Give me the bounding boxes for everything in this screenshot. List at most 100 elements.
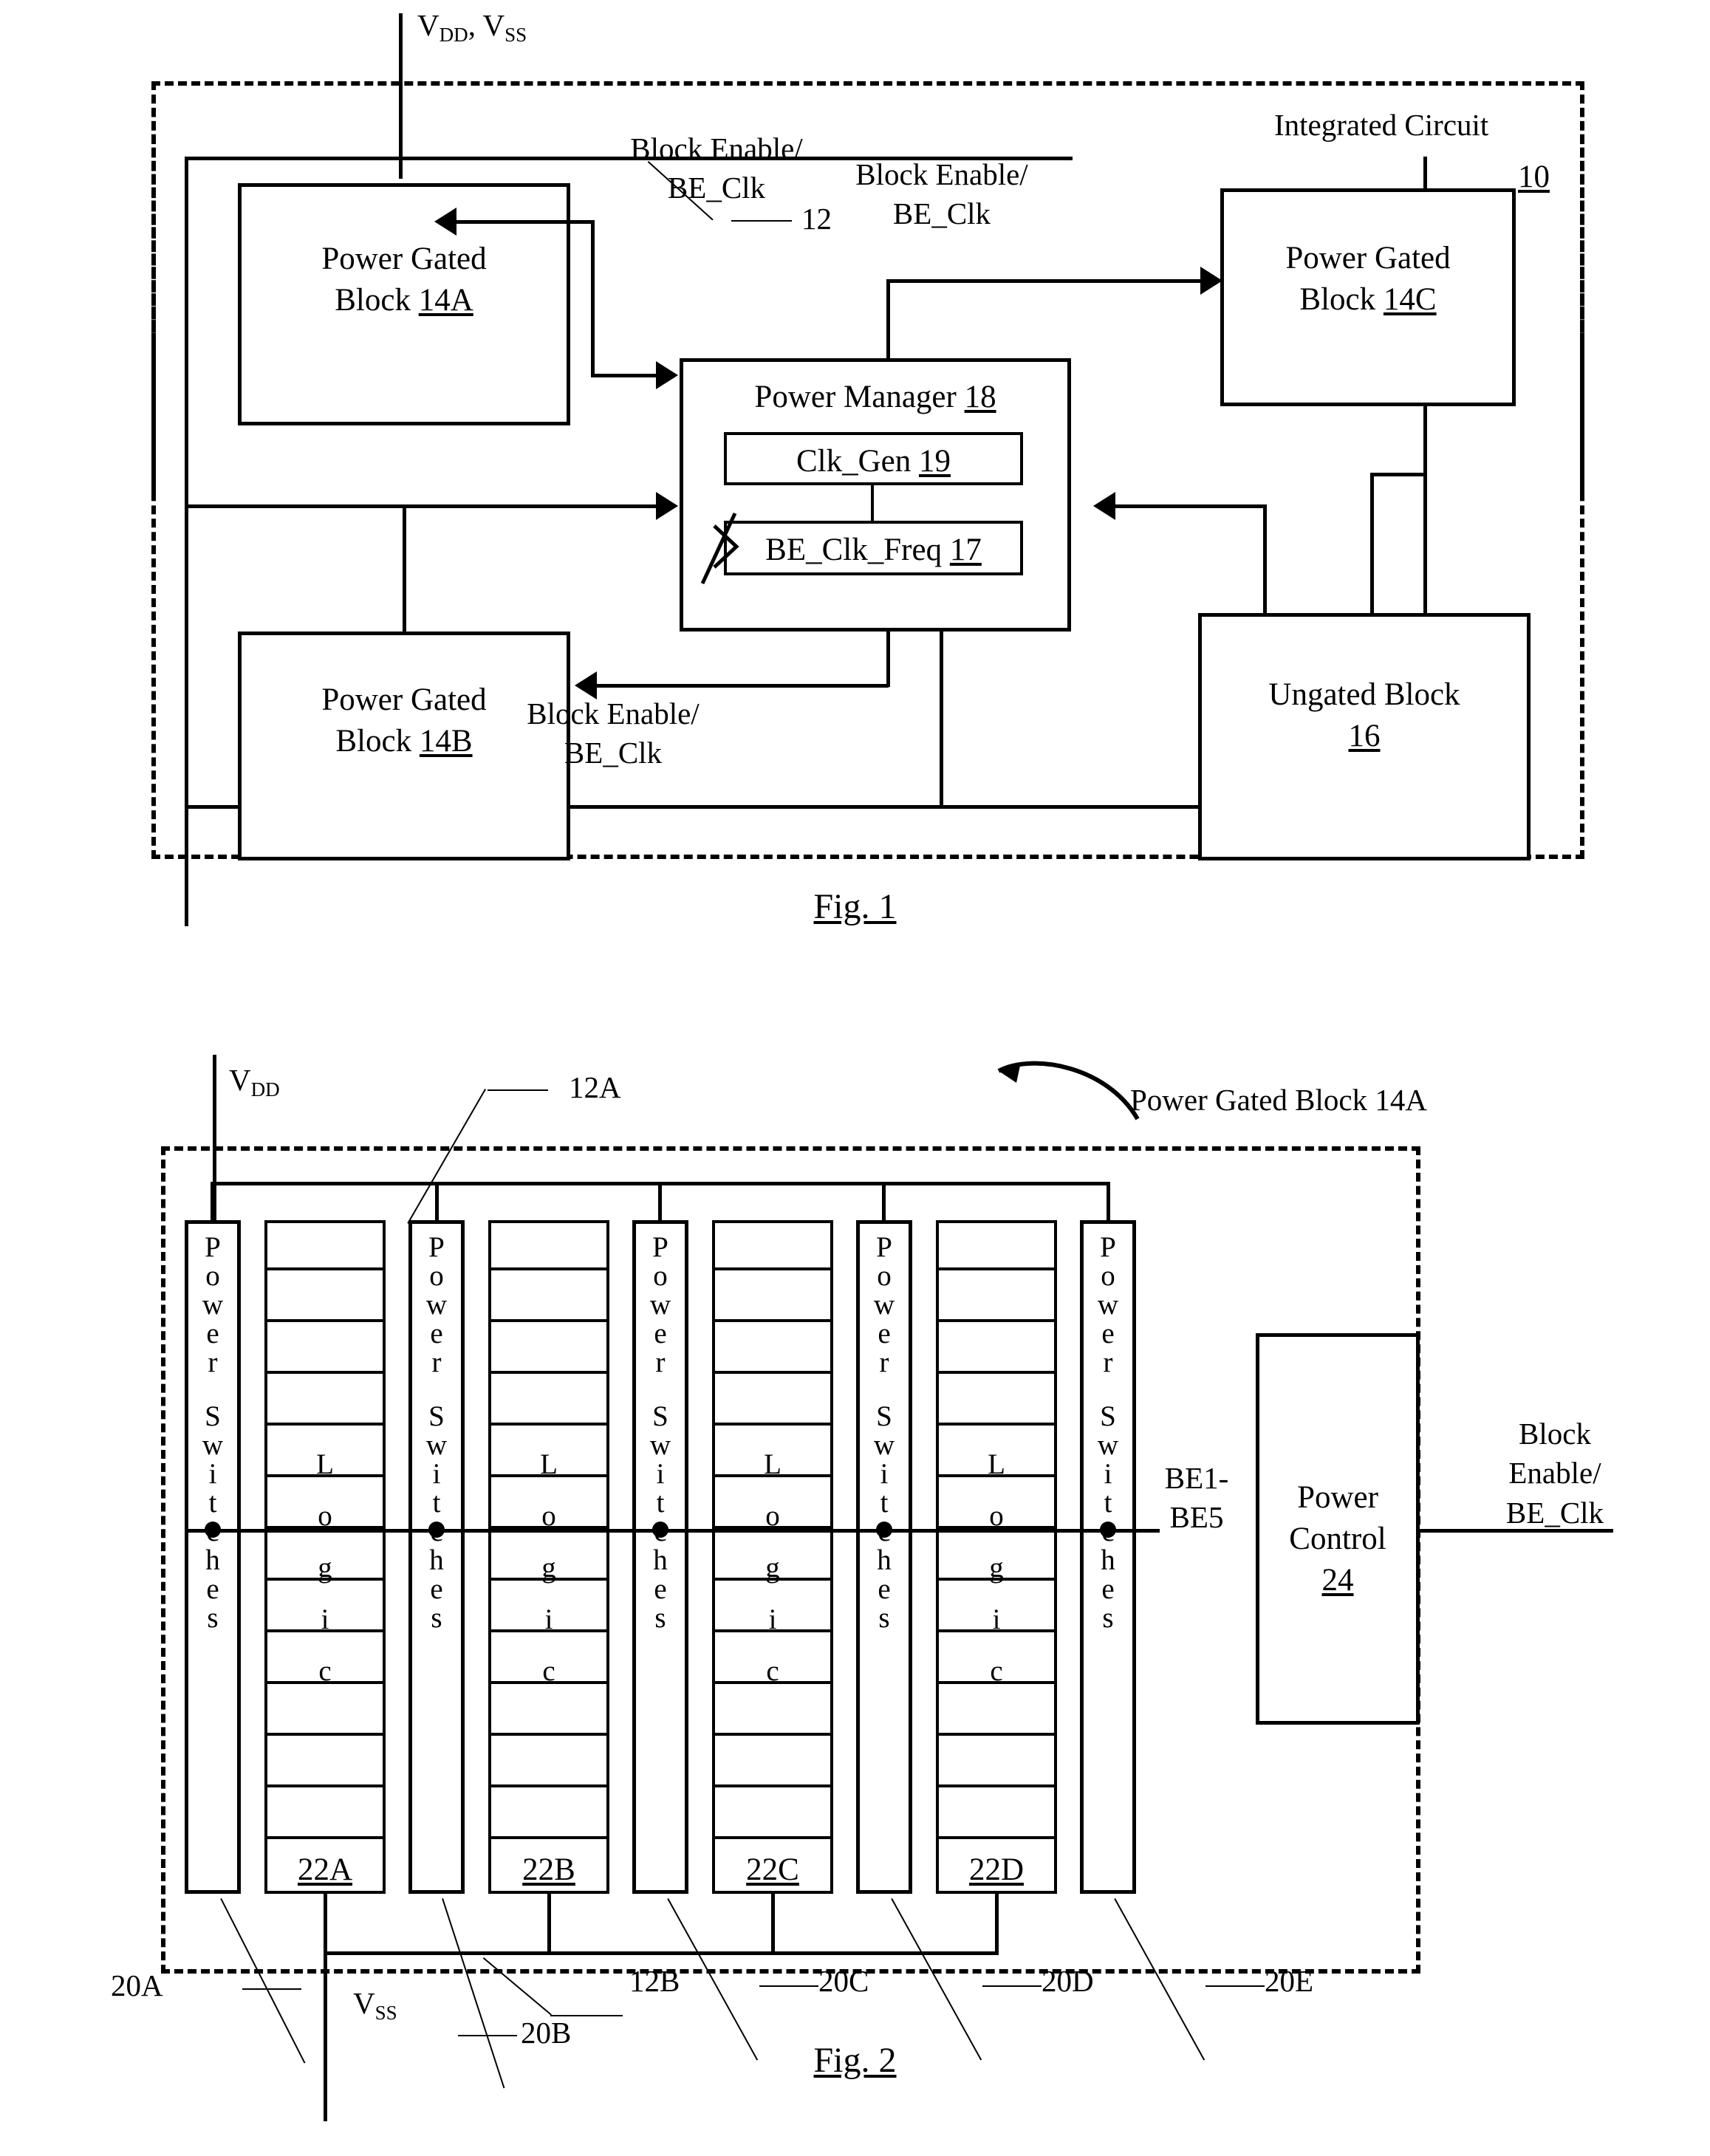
be-junction-dot-3 xyxy=(652,1522,668,1538)
power-control-line1: Power xyxy=(1297,1480,1378,1515)
vss-drop-22b xyxy=(547,1894,551,1954)
logic-column-22a: Lo gi c 22A xyxy=(264,1220,386,1894)
wire-pm-to-14b-h xyxy=(597,684,889,688)
power-control-box: Power Control 24 xyxy=(1256,1333,1420,1725)
arrow-into-pm-right xyxy=(1093,492,1115,520)
vdd-drop-5 xyxy=(1107,1182,1110,1222)
be-output-label: Block Enable/ BE_Clk xyxy=(1505,1417,1604,1530)
ref-20c-leader2 xyxy=(759,1985,818,1987)
wire-14a-to-pm xyxy=(591,374,657,377)
ref-20e: 20E xyxy=(1265,1964,1314,1998)
power-switch-label-20e: Power Switches xyxy=(1097,1231,1119,1634)
ref-20d-leader2 xyxy=(982,1985,1042,1987)
rail-to-14b-h xyxy=(185,504,406,508)
wire-pm-to-14b-v xyxy=(886,632,890,687)
logic-column-22b: Lo gi c 22B xyxy=(488,1220,609,1894)
ic-label: Integrated Circuit xyxy=(1274,108,1489,142)
block-16-ref: 16 xyxy=(1348,718,1381,753)
logic-column-22c: Lo gi c 22C xyxy=(712,1220,833,1894)
callout-arrow-icon xyxy=(997,1061,1140,1120)
vss-line-out xyxy=(324,1951,327,2121)
rail-to-ungated xyxy=(1423,473,1427,617)
clk-gen-box: Clk_Gen 19 xyxy=(724,432,1023,485)
vdd-drop-3 xyxy=(658,1182,662,1222)
power-switch-column-20d: Power Switches xyxy=(856,1220,912,1894)
ref-20d: 20D xyxy=(1042,1964,1094,1998)
ref-12a: 12A xyxy=(569,1070,621,1104)
rail-to-ungated-v2 xyxy=(1370,473,1374,617)
vss-bus-12b xyxy=(324,1951,999,1955)
power-manager-box: Power Manager 18 Clk_Gen 19 BE_Clk_Freq … xyxy=(680,358,1071,632)
power-switch-column-20b: Power Switches xyxy=(408,1220,465,1894)
vdd-drop-2 xyxy=(435,1182,439,1222)
power-control-line2: Control xyxy=(1289,1521,1386,1556)
block-14c-line2: Block 14C xyxy=(1299,281,1437,317)
figure-1-caption: Fig. 1 xyxy=(813,887,897,926)
ref-12b-leader2 xyxy=(550,2015,623,2016)
ref-12a-leader2 xyxy=(488,1089,548,1091)
logic-label-22b: Lo gi c xyxy=(540,1448,558,1687)
be-junction-dot-1 xyxy=(205,1522,221,1538)
block-16-line1: Ungated Block xyxy=(1268,677,1460,712)
be-junction-dot-2 xyxy=(428,1522,445,1538)
ref-20a: 20A xyxy=(111,1968,163,2002)
wire-ungated-to-pm xyxy=(1115,504,1267,508)
clkgen-to-freq-wire xyxy=(871,485,874,524)
logic-ref-22d: 22D xyxy=(968,1852,1025,1887)
wire-pm-to-14a-v2 xyxy=(591,220,595,377)
ref-20e-leader2 xyxy=(1205,1985,1265,1987)
logic-ref-22b: 22B xyxy=(522,1852,575,1887)
ref-20b-leader2 xyxy=(458,2035,517,2036)
logic-label-22d: Lo gi c xyxy=(988,1448,1005,1687)
signal-label-14b: Block Enable/ BE_Clk xyxy=(527,697,700,770)
be-junction-dot-4 xyxy=(876,1522,892,1538)
vss-drop-22d xyxy=(995,1894,999,1954)
power-switch-column-20a: Power Switches xyxy=(185,1220,241,1894)
logic-label-22c: Lo gi c xyxy=(764,1448,782,1687)
figure-2-caption: Fig. 2 xyxy=(813,2041,897,2080)
supply-label-fig1: VDD, VSS xyxy=(417,8,527,47)
pm-to-bottom-rail xyxy=(940,632,943,807)
arrow-into-14c xyxy=(1200,267,1222,295)
ic-ref-10: 10 xyxy=(1518,160,1550,194)
clock-input-slash-icon xyxy=(700,512,739,585)
ref-20c: 20C xyxy=(818,1964,869,1998)
vdd-label-fig2: VDD xyxy=(229,1063,280,1101)
rail-left xyxy=(185,157,188,926)
arrow-into-14a xyxy=(434,208,456,236)
fig2-title-callout: Power Gated Block 14A xyxy=(1130,1083,1427,1117)
power-gated-block-14c: Power Gated Block 14C xyxy=(1220,188,1516,406)
ungated-block-16: Ungated Block 16 xyxy=(1198,613,1531,860)
wire-14b-to-pm-h xyxy=(403,504,657,508)
power-switch-label-20b: Power Switches xyxy=(425,1231,448,1634)
vss-drop-22a xyxy=(324,1894,327,1954)
logic-column-22d: Lo gi c 22D xyxy=(936,1220,1057,1894)
arrow-into-pm-bottom xyxy=(656,492,678,520)
logic-label-22a: Lo gi c xyxy=(316,1448,334,1687)
signal-label-14c: Block Enable/ BE_Clk xyxy=(855,157,1028,231)
wire-pm-to-14a-h xyxy=(456,220,595,224)
power-switch-label-20d: Power Switches xyxy=(873,1231,895,1634)
be-junction-dot-5 xyxy=(1100,1522,1116,1538)
arrow-into-pm-top xyxy=(656,361,678,389)
block-14c-line1: Power Gated xyxy=(1285,241,1451,276)
block-14a-line2: Block 14A xyxy=(335,282,473,318)
block-14a-line1: Power Gated xyxy=(321,242,487,276)
be-bus-label: BE1- BE5 xyxy=(1164,1461,1229,1535)
logic-ref-22c: 22C xyxy=(746,1852,799,1887)
be-clk-freq-box: BE_Clk_Freq 17 xyxy=(724,521,1023,575)
power-switch-label-20c: Power Switches xyxy=(649,1231,671,1634)
power-switch-label-20a: Power Switches xyxy=(202,1231,224,1634)
ref-20a-leader2 xyxy=(242,1988,301,1990)
vdd-drop-4 xyxy=(882,1182,886,1222)
ref-12-leader2 xyxy=(731,220,792,222)
vdd-drop-1 xyxy=(211,1182,214,1222)
wire-ungated-to-pm-v xyxy=(1263,504,1267,617)
power-manager-title: Power Manager 18 xyxy=(754,380,996,414)
rail-to-ungated-h xyxy=(1370,473,1427,476)
vss-drop-22c xyxy=(771,1894,775,1954)
power-switch-column-20c: Power Switches xyxy=(632,1220,688,1894)
power-control-ref: 24 xyxy=(1321,1562,1354,1598)
patent-drawing-sheet: VDD, VSS Integrated Circuit 10 12 Power … xyxy=(0,0,1710,2156)
vss-label-fig2: VSS xyxy=(353,1986,397,2025)
